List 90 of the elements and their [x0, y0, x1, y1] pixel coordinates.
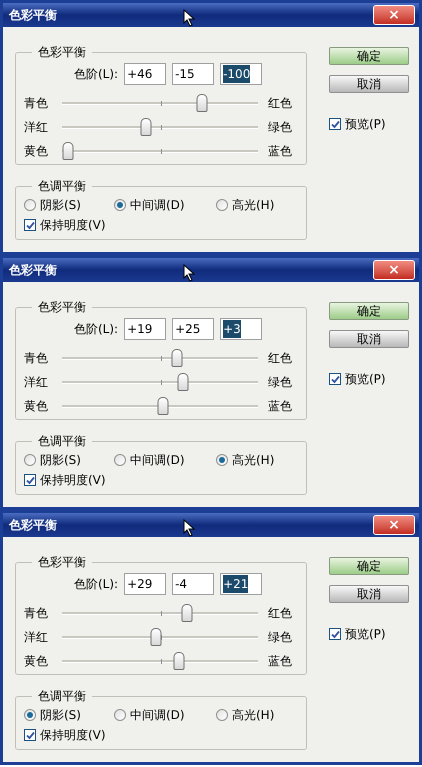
ok-button[interactable]: 确定 — [329, 302, 409, 320]
checkbox[interactable] — [24, 729, 36, 741]
radio-label: 中间调(D) — [130, 707, 185, 724]
input-field[interactable]: +21 — [220, 573, 262, 595]
ok-button[interactable]: 确定 — [329, 557, 409, 575]
slider-label: 青色 — [24, 350, 49, 367]
slider-thumb[interactable] — [181, 604, 192, 622]
field-label: 色阶(L): — [74, 321, 118, 338]
radio-button[interactable] — [216, 199, 228, 211]
slider-label: 青色 — [24, 95, 49, 112]
close-button[interactable]: × — [373, 5, 415, 25]
checkbox-label: 预览(P) — [345, 116, 386, 133]
radio-label: 中间调(D) — [130, 452, 185, 469]
checkbox[interactable] — [329, 373, 341, 385]
slider-thumb[interactable] — [196, 94, 208, 112]
group-title: 色彩平衡 — [37, 44, 87, 61]
radio-button[interactable] — [24, 709, 36, 721]
window-title: 色彩平衡 — [9, 7, 57, 24]
group-title: 色调平衡 — [37, 178, 87, 195]
input-field[interactable]: -100 — [220, 63, 262, 85]
radio-label: 高光(H) — [232, 452, 274, 469]
radio-button[interactable] — [216, 709, 228, 721]
slider-label: 黄色 — [24, 143, 49, 160]
checkbox[interactable] — [329, 628, 341, 640]
checkbox-label: 保持明度(V) — [40, 217, 106, 234]
checkbox[interactable] — [24, 474, 36, 486]
slider-label: 红色 — [268, 605, 292, 622]
slider-thumb[interactable] — [62, 142, 74, 160]
radio-button[interactable] — [114, 199, 126, 211]
cancel-button[interactable]: 取消 — [329, 75, 409, 93]
radio-button[interactable] — [24, 199, 36, 211]
input-field[interactable]: +3 — [220, 318, 262, 340]
slider-label: 蓝色 — [268, 653, 292, 670]
radio-label: 阴影(S) — [40, 197, 81, 214]
pointer-icon — [183, 9, 195, 27]
checkbox-label: 预览(P) — [345, 626, 386, 643]
field-label: 色阶(L): — [74, 66, 118, 83]
group-title: 色调平衡 — [37, 433, 87, 450]
slider-label: 绿色 — [268, 374, 292, 391]
slider-thumb[interactable] — [157, 396, 168, 414]
input-field[interactable]: -4 — [172, 573, 214, 595]
pointer-icon — [183, 264, 195, 282]
slider-thumb[interactable] — [140, 118, 152, 136]
radio-label: 阴影(S) — [40, 707, 81, 724]
radio-label: 高光(H) — [232, 707, 274, 724]
slider-label: 蓝色 — [268, 398, 292, 415]
input-field[interactable]: +29 — [124, 573, 166, 595]
slider-label: 红色 — [268, 95, 292, 112]
input-field[interactable]: +19 — [124, 318, 166, 340]
slider-thumb[interactable] — [150, 628, 162, 646]
close-button[interactable]: × — [373, 515, 415, 535]
group-title: 色彩平衡 — [37, 554, 87, 571]
radio-label: 中间调(D) — [130, 197, 185, 214]
slider-label: 黄色 — [24, 653, 49, 670]
slider-label: 洋红 — [24, 629, 49, 646]
input-field[interactable]: -15 — [172, 63, 214, 85]
radio-label: 阴影(S) — [40, 452, 81, 469]
slider-thumb[interactable] — [172, 348, 183, 366]
slider-thumb[interactable] — [174, 652, 185, 670]
window-title: 色彩平衡 — [9, 517, 57, 534]
input-field[interactable]: +46 — [124, 63, 166, 85]
group-title: 色调平衡 — [37, 688, 87, 705]
close-button[interactable]: × — [373, 260, 415, 280]
input-field[interactable]: +25 — [172, 318, 214, 340]
field-label: 色阶(L): — [74, 576, 118, 593]
slider-label: 红色 — [268, 350, 292, 367]
pointer-icon — [183, 519, 195, 537]
radio-label: 高光(H) — [232, 197, 274, 214]
checkbox[interactable] — [24, 219, 36, 231]
checkbox[interactable] — [329, 118, 341, 130]
group-title: 色彩平衡 — [37, 299, 87, 316]
slider-thumb[interactable] — [178, 372, 188, 390]
slider-label: 洋红 — [24, 119, 49, 136]
cancel-button[interactable]: 取消 — [329, 330, 409, 348]
window-title: 色彩平衡 — [9, 262, 57, 279]
radio-button[interactable] — [24, 454, 36, 466]
slider-label: 青色 — [24, 605, 49, 622]
slider-label: 蓝色 — [268, 143, 292, 160]
checkbox-label: 保持明度(V) — [40, 727, 106, 744]
radio-button[interactable] — [216, 454, 228, 466]
checkbox-label: 预览(P) — [345, 371, 386, 388]
slider-label: 洋红 — [24, 374, 49, 391]
slider-label: 绿色 — [268, 119, 292, 136]
slider-label: 黄色 — [24, 398, 49, 415]
radio-button[interactable] — [114, 709, 126, 721]
radio-button[interactable] — [114, 454, 126, 466]
slider-label: 绿色 — [268, 629, 292, 646]
cancel-button[interactable]: 取消 — [329, 585, 409, 603]
checkbox-label: 保持明度(V) — [40, 472, 106, 489]
ok-button[interactable]: 确定 — [329, 47, 409, 65]
